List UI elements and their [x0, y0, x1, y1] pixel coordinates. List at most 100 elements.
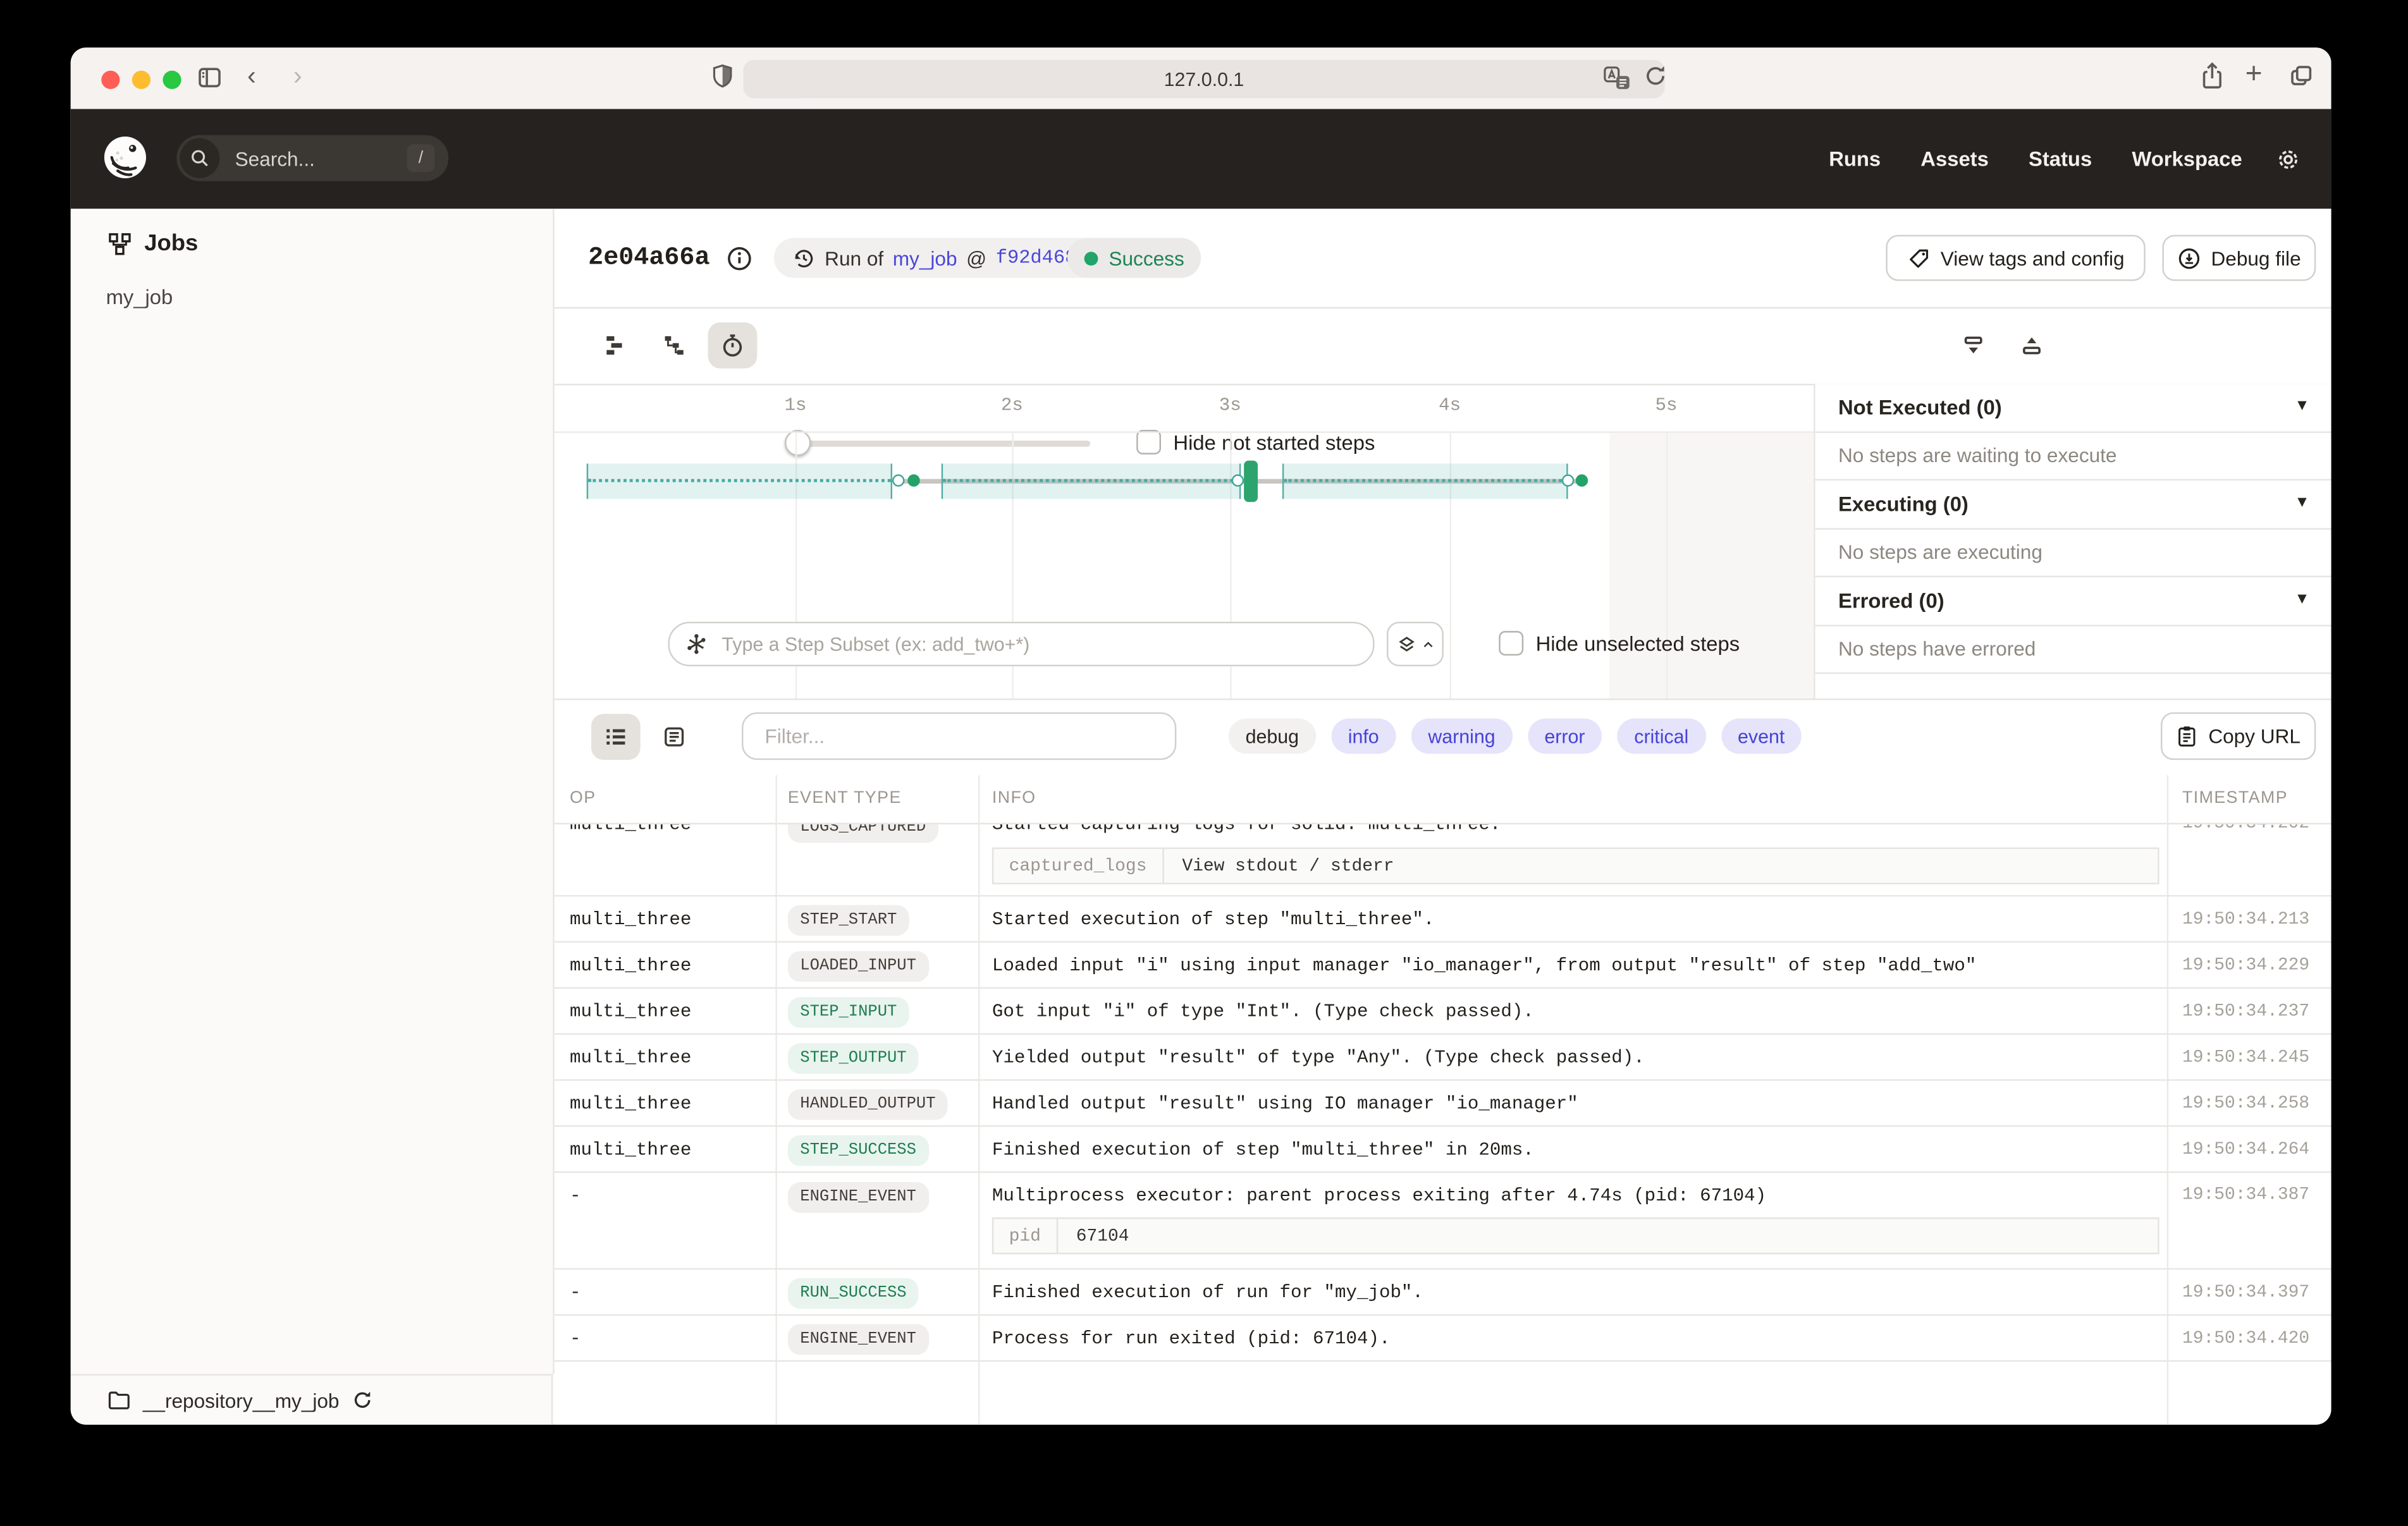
gantt-marker-open[interactable] [1562, 474, 1574, 486]
level-badge-critical[interactable]: critical [1618, 719, 1705, 754]
log-filter-input[interactable] [762, 723, 1175, 749]
nav-item-runs[interactable]: Runs [1829, 147, 1881, 170]
run-header: 2e04a66a Run of my_job @ f92d468a Succes… [555, 209, 2331, 308]
dagster-logo-icon[interactable] [98, 132, 152, 186]
view-waterfall-button[interactable] [649, 322, 699, 369]
axis-tick: 5s [1656, 394, 1678, 416]
row-timestamp: 19:50:34.245 [2182, 1047, 2328, 1067]
panel-section-executing[interactable]: Executing (0) ▼ [1815, 480, 2331, 530]
back-icon[interactable]: ‹ [247, 61, 256, 92]
top-nav: Runs Assets Status Workspace [1829, 109, 2242, 209]
minimize-window-button[interactable] [132, 71, 150, 89]
url-text: 127.0.0.1 [1164, 68, 1244, 90]
captured-logs-box[interactable]: captured_logs View stdout / stderr [992, 848, 2159, 884]
debug-file-button[interactable]: Debug file [2162, 235, 2316, 281]
table-row[interactable]: - ENGINE_EVENT Process for run exited (p… [555, 1315, 2331, 1362]
nav-item-workspace[interactable]: Workspace [2132, 147, 2242, 170]
zoom-window-button[interactable] [163, 71, 181, 89]
collapse-panel-button[interactable] [1949, 322, 1998, 369]
privacy-shield-icon[interactable] [711, 63, 734, 89]
reload-repository-icon[interactable] [352, 1389, 373, 1411]
meta-key: captured_logs [993, 849, 1164, 882]
sidebar: Jobs my_job [71, 209, 555, 1374]
table-row[interactable]: multi_three HANDLED_OUTPUT Handled outpu… [555, 1081, 2331, 1127]
settings-gear-icon[interactable] [2276, 147, 2300, 172]
panel-section-errored[interactable]: Errored (0) ▼ [1815, 577, 2331, 626]
repository-name[interactable]: __repository__my_job [143, 1389, 340, 1412]
table-row[interactable]: multi_three STEP_SUCCESS Finished execut… [555, 1127, 2331, 1173]
row-event-tag: ENGINE_EVENT [788, 1323, 929, 1354]
log-list[interactable]: multi_three LOGS_CAPTURED Started captur… [555, 824, 2331, 1425]
meta-value[interactable]: View stdout / stderr [1164, 856, 1394, 876]
run-id: 2e04a66a [588, 243, 710, 272]
view-flat-button[interactable] [591, 322, 641, 369]
level-badge-info[interactable]: info [1331, 719, 1396, 754]
search-placeholder: Search... [235, 147, 407, 169]
panel-section-title: Not Executed (0) [1815, 384, 2331, 419]
url-bar[interactable]: 127.0.0.1 [743, 60, 1664, 99]
table-row[interactable]: multi_three STEP_INPUT Got input "i" of … [555, 989, 2331, 1035]
waterfall-gantt-icon [662, 333, 687, 358]
close-window-button[interactable] [101, 71, 120, 89]
gantt-marker-bar[interactable] [1244, 461, 1258, 503]
gantt-marker-open[interactable] [892, 474, 904, 486]
panel-empty-row: No steps are executing [1815, 530, 2331, 577]
copy-url-button[interactable]: Copy URL [2161, 712, 2316, 760]
row-event-tag: LOGS_CAPTURED [788, 824, 938, 843]
gantt-marker-dot[interactable] [907, 474, 919, 486]
sidebar-toggle-icon[interactable] [197, 64, 223, 90]
view-timed-button[interactable] [708, 322, 758, 369]
table-row[interactable]: - RUN_SUCCESS Finished execution of run … [555, 1269, 2331, 1315]
row-event-tag: LOADED_INPUT [788, 950, 929, 981]
row-timestamp: 19:50:34.420 [2182, 1328, 2328, 1348]
level-badge-debug[interactable]: debug [1229, 719, 1316, 754]
gantt-span-2[interactable] [942, 463, 1241, 499]
new-tab-icon[interactable]: + [2245, 58, 2263, 92]
global-search[interactable]: Search... / [176, 135, 448, 181]
jobs-icon [108, 231, 132, 255]
row-info: Finished execution of run for "my_job". [992, 1281, 2159, 1303]
row-op: multi_three [570, 1092, 766, 1114]
forward-icon[interactable]: › [293, 61, 302, 92]
table-row[interactable]: - ENGINE_EVENT Multiprocess executor: pa… [555, 1173, 2331, 1269]
expand-panel-button[interactable] [2007, 322, 2056, 369]
table-row[interactable]: multi_three LOADED_INPUT Loaded input "i… [555, 943, 2331, 989]
gantt-span-1[interactable] [587, 463, 892, 499]
gantt-marker-open[interactable] [1232, 474, 1244, 486]
info-icon[interactable] [727, 246, 752, 272]
meta-key: pid [993, 1219, 1057, 1252]
apply-subset-button[interactable] [1387, 622, 1444, 666]
row-timestamp: 19:50:34.229 [2182, 955, 2328, 975]
row-event-tag: STEP_OUTPUT [788, 1042, 919, 1073]
log-list-view-button[interactable] [591, 714, 641, 760]
table-row[interactable]: multi_three STEP_START Started execution… [555, 896, 2331, 943]
share-icon[interactable] [2199, 61, 2225, 90]
hide-unselected-label: Hide unselected steps [1536, 633, 1740, 656]
panel-section-not-executed[interactable]: Not Executed (0) ▼ [1815, 384, 2331, 433]
table-row[interactable]: multi_three LOGS_CAPTURED Started captur… [555, 824, 2331, 896]
step-subset-input[interactable] [719, 632, 1373, 656]
sidebar-item-my-job[interactable]: my_job [106, 286, 173, 308]
hide-unselected-checkbox[interactable] [1499, 631, 1523, 656]
step-subset-input-wrap [668, 622, 1374, 666]
view-tags-config-button[interactable]: View tags and config [1886, 235, 2145, 281]
pid-box: pid 67104 [992, 1218, 2159, 1254]
tab-overview-icon[interactable] [2288, 63, 2314, 89]
log-toolbar: debug info warning error critical event … [555, 699, 2331, 775]
row-info: Started capturing logs for solid: multi_… [992, 824, 2159, 835]
job-link[interactable]: my_job [893, 247, 957, 269]
nav-item-status[interactable]: Status [2029, 147, 2092, 170]
gantt-span-3[interactable] [1282, 463, 1568, 499]
table-row[interactable]: multi_three STEP_OUTPUT Yielded output "… [555, 1035, 2331, 1081]
translate-icon[interactable] [1603, 66, 1631, 90]
level-badge-warning[interactable]: warning [1411, 719, 1513, 754]
copy-url-label: Copy URL [2208, 724, 2300, 747]
sidebar-jobs-header: Jobs [108, 230, 198, 256]
level-badge-error[interactable]: error [1528, 719, 1602, 754]
reload-icon[interactable] [1643, 63, 1668, 89]
log-structured-view-button[interactable] [649, 714, 699, 760]
gantt-marker-dot[interactable] [1576, 474, 1588, 486]
level-badge-event[interactable]: event [1721, 719, 1802, 754]
caret-down-icon: ▼ [2295, 398, 2310, 415]
nav-item-assets[interactable]: Assets [1920, 147, 1989, 170]
